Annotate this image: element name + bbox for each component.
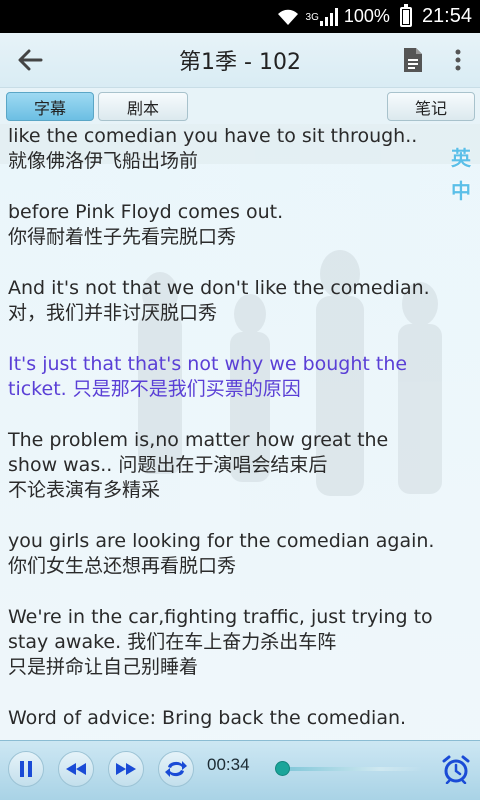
subtitle-chinese: 你们女生总还想再看脱口秀 xyxy=(8,555,237,577)
back-button[interactable] xyxy=(0,33,60,88)
clock: 21:54 xyxy=(421,5,472,27)
rewind-button[interactable] xyxy=(58,751,94,787)
subtitle-entry-current[interactable]: It's just that that's not why we bought … xyxy=(8,352,440,402)
subtitle-chinese: 对，我们并非讨厌脱口秀 xyxy=(8,302,218,324)
subtitle-combined: We're in the car,fighting traffic, just … xyxy=(8,605,440,680)
overflow-menu-icon xyxy=(455,49,460,71)
subtitle-entry[interactable]: before Pink Floyd comes out. 你得耐着性子先看完脱口… xyxy=(8,200,440,250)
subtitle-entry[interactable]: you girls are looking for the comedian a… xyxy=(8,529,440,579)
language-toggle[interactable]: 英 中 xyxy=(448,142,474,204)
subtitle-combined: It's just that that's not why we bought … xyxy=(8,352,440,402)
fast-forward-icon xyxy=(116,763,136,775)
tab-row: 字幕 剧本 笔记 xyxy=(0,88,480,124)
playback-time: 00:34 xyxy=(207,755,250,774)
cellular-signal-icon: 3G xyxy=(305,7,338,26)
tab-subtitles[interactable]: 字幕 xyxy=(6,92,94,121)
progress-thumb[interactable] xyxy=(275,761,290,776)
subtitle-entry[interactable]: The problem is,no matter how great the s… xyxy=(8,428,440,503)
subtitle-english: Word of advice: Bring back the comedian. xyxy=(8,707,407,729)
alarm-button[interactable] xyxy=(438,751,474,787)
subtitle-lines: like the comedian you have to sit throug… xyxy=(8,124,440,740)
subtitle-chinese: 就像佛洛伊飞船出场前 xyxy=(8,150,199,172)
progress-track[interactable] xyxy=(282,767,422,771)
subtitle-english: like the comedian you have to sit throug… xyxy=(8,125,418,147)
fast-forward-button[interactable] xyxy=(108,751,144,787)
subtitle-entry[interactable]: We're in the car,fighting traffic, just … xyxy=(8,605,440,680)
repeat-icon xyxy=(165,761,187,777)
pause-icon xyxy=(20,761,32,777)
subtitle-english: you girls are looking for the comedian a… xyxy=(8,530,435,552)
page-title: 第1季 - 102 xyxy=(179,50,301,75)
subtitle-chinese: 你得耐着性子先看完脱口秀 xyxy=(8,226,237,248)
tab-notes[interactable]: 笔记 xyxy=(387,92,475,121)
status-bar: 3G 100% 21:54 xyxy=(0,0,480,33)
player-bar: 00:34 xyxy=(0,740,480,800)
subtitle-combined: The problem is,no matter how great the s… xyxy=(8,428,440,503)
english-toggle[interactable]: 英 xyxy=(451,142,471,171)
wifi-icon xyxy=(276,8,300,26)
network-type: 3G xyxy=(305,11,319,23)
battery-percent: 100% xyxy=(343,6,390,26)
pause-button[interactable] xyxy=(8,751,44,787)
subtitle-english: before Pink Floyd comes out. xyxy=(8,201,284,223)
subtitle-entry[interactable]: like the comedian you have to sit throug… xyxy=(8,124,440,174)
document-icon xyxy=(403,48,422,72)
subtitle-chinese: 只是那不是我们买票的原因 xyxy=(72,378,301,400)
title-bar: 第1季 - 102 xyxy=(0,33,480,88)
rewind-icon xyxy=(66,763,86,775)
chinese-toggle[interactable]: 中 xyxy=(451,175,471,204)
subtitle-list[interactable]: like the comedian you have to sit throug… xyxy=(0,124,480,740)
subtitle-entry[interactable]: And it's not that we don't like the come… xyxy=(8,276,440,326)
arrow-left-icon xyxy=(18,49,43,71)
repeat-button[interactable] xyxy=(158,751,194,787)
script-document-button[interactable] xyxy=(390,33,435,88)
overflow-menu-button[interactable] xyxy=(435,33,480,88)
subtitle-entry[interactable]: Word of advice: Bring back the comedian. xyxy=(8,706,440,731)
battery-icon xyxy=(396,3,412,27)
subtitle-english: And it's not that we don't like the come… xyxy=(8,277,430,299)
tab-script[interactable]: 剧本 xyxy=(98,92,188,121)
alarm-clock-icon xyxy=(442,755,470,784)
